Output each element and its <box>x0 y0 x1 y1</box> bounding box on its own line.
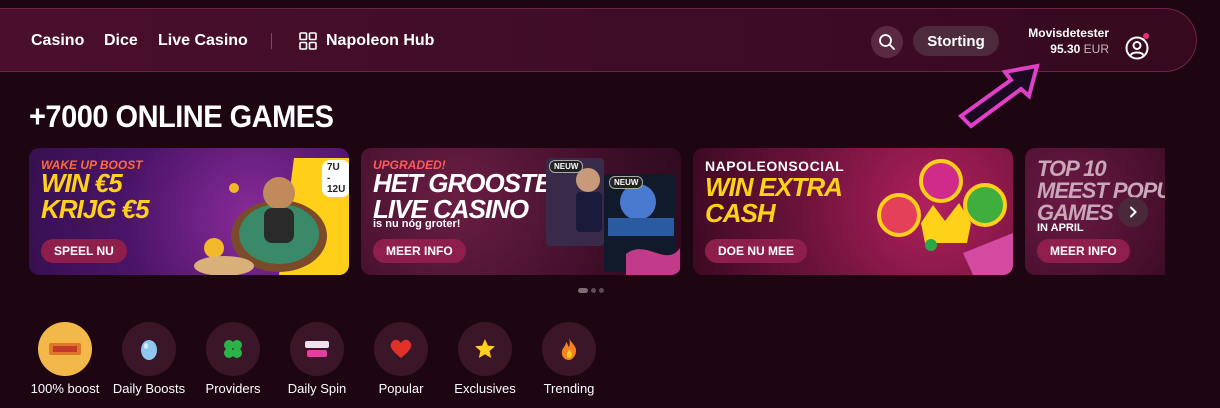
time-window-badge: 7U - 12U <box>322 160 349 197</box>
arrow-annotation-icon <box>957 63 1040 129</box>
banner-title: WIN EXTRA CASH <box>705 172 843 228</box>
nav-link-casino[interactable]: Casino <box>31 32 84 50</box>
star-icon <box>458 322 512 376</box>
category-label: Exclusives <box>454 381 516 396</box>
clover-icon <box>206 322 260 376</box>
heart-icon <box>374 322 428 376</box>
fire-icon <box>542 322 596 376</box>
promo-banner-wake-up-boost[interactable]: WAKE UP BOOST WIN €5 KRIJG €5 7U - 12U S… <box>29 148 349 275</box>
promo-banner-napoleonsocial[interactable]: NAPOLEONSOCIAL WIN EXTRA CASH DOE NU MEE <box>693 148 1013 275</box>
balance: 95.30 EUR <box>1025 42 1109 56</box>
nav-link-napoleon-hub[interactable]: Napoleon Hub <box>326 32 434 50</box>
rewards-artwork-icon <box>877 159 1013 275</box>
new-badge: NEUW <box>609 176 644 189</box>
carousel-dot[interactable] <box>578 288 588 293</box>
banner-title: WIN €5 KRIJG €5 <box>41 168 150 224</box>
more-info-button[interactable]: MEER INFO <box>373 239 466 263</box>
category-label: Providers <box>205 381 261 396</box>
nav-divider <box>271 33 272 49</box>
username: Movisdetester <box>1028 26 1109 40</box>
balance-amount: 95.30 <box>1050 42 1081 56</box>
category-label: Trending <box>543 381 595 396</box>
category-100-boost[interactable]: 100% boost <box>23 322 107 396</box>
category-exclusives[interactable]: Exclusives <box>443 322 527 396</box>
search-icon <box>879 34 895 50</box>
new-badge: NEUW <box>549 160 584 173</box>
more-info-button[interactable]: MEER INFO <box>1037 239 1130 263</box>
carousel-dot[interactable] <box>591 288 596 293</box>
category-daily-spin[interactable]: Daily Spin <box>275 322 359 396</box>
banner-title: HET GROOSTE LIVE CASINO <box>373 168 552 224</box>
notification-dot <box>1143 33 1149 39</box>
egg-icon <box>122 322 176 376</box>
banner-subtitle: IN APRIL <box>1037 222 1084 234</box>
promo-banner-live-casino[interactable]: UPGRADED! HET GROOSTE LIVE CASINO is nu … <box>361 148 681 275</box>
nav-link-live-casino[interactable]: Live Casino <box>158 32 248 50</box>
category-daily-boosts[interactable]: Daily Boosts <box>107 322 191 396</box>
chevron-right-icon <box>1130 206 1137 218</box>
category-popular[interactable]: Popular <box>359 322 443 396</box>
category-label: Daily Spin <box>287 381 347 396</box>
carousel-pagination <box>578 288 604 293</box>
category-label: Daily Boosts <box>112 381 186 396</box>
category-providers[interactable]: Providers <box>191 322 275 396</box>
category-trending[interactable]: Trending <box>527 322 611 396</box>
search-button[interactable] <box>871 26 903 58</box>
banner-subtitle: is nu nóg groter! <box>373 218 461 230</box>
carousel-next-button[interactable] <box>1118 197 1148 227</box>
play-now-button[interactable]: SPEEL NU <box>41 239 127 263</box>
nav-link-dice[interactable]: Dice <box>104 32 138 50</box>
carousel-dot[interactable] <box>599 288 604 293</box>
grid-icon <box>299 32 317 50</box>
balance-currency: EUR <box>1083 42 1109 56</box>
100-boost-icon <box>38 322 92 376</box>
page-title: +7000 ONLINE GAMES <box>29 100 334 135</box>
category-label: Popular <box>378 381 424 396</box>
category-label: 100% boost <box>30 381 100 396</box>
deposit-button[interactable]: Storting <box>913 26 999 56</box>
join-now-button[interactable]: DOE NU MEE <box>705 239 808 263</box>
daily-spin-icon <box>290 322 344 376</box>
